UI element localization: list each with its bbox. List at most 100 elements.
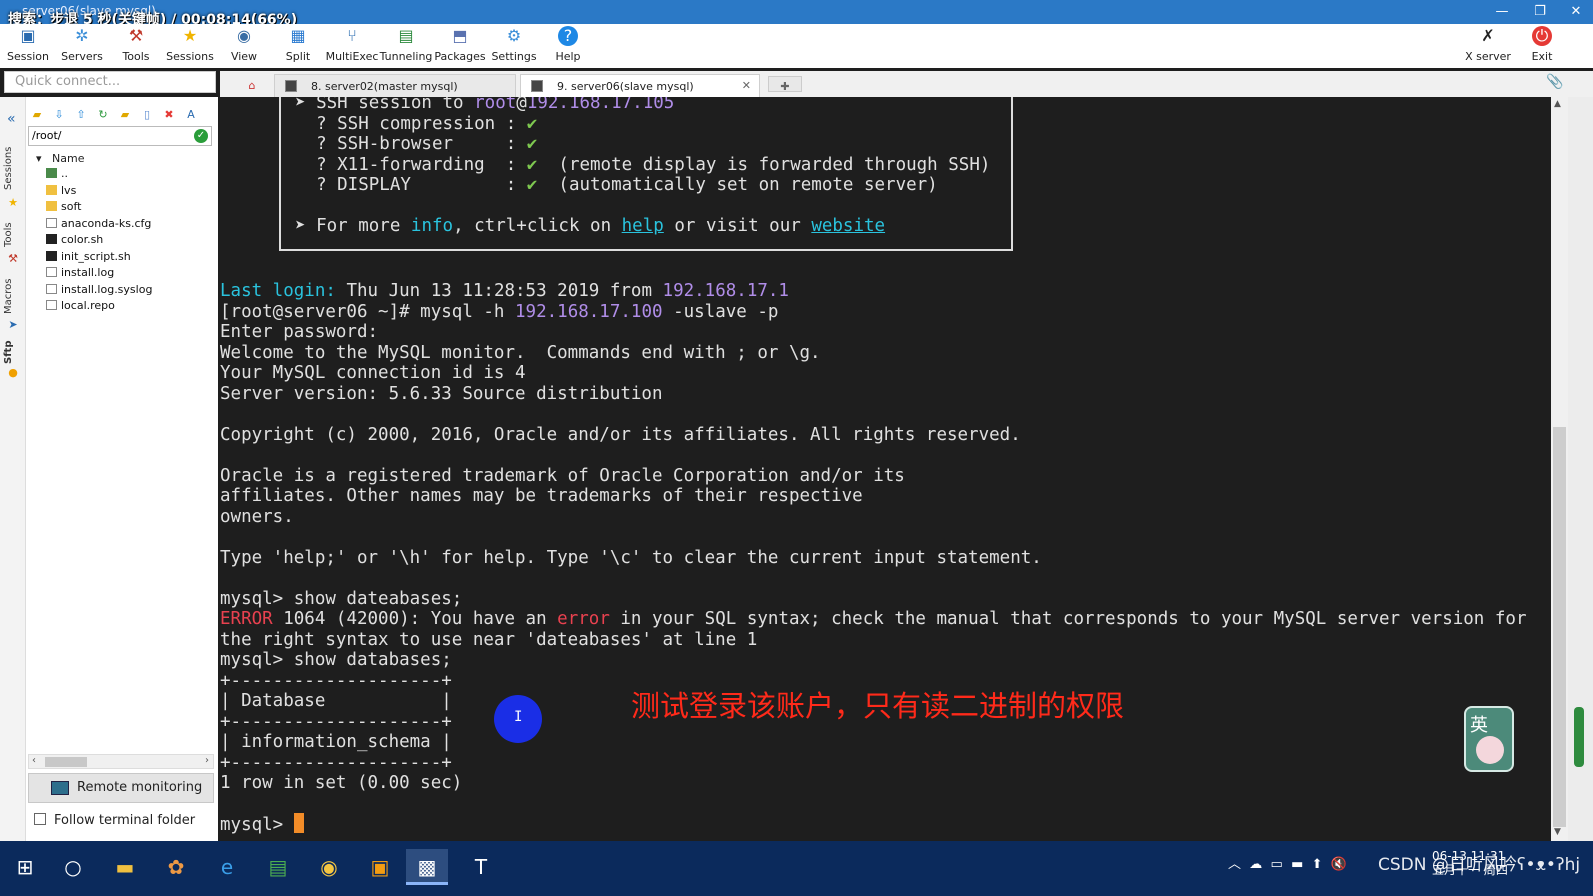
list-item[interactable]: install.log.syslog [46,283,152,300]
file-icon [46,283,57,294]
settings-button[interactable]: ⚙ Settings [486,26,542,68]
side-handle[interactable] [1574,707,1584,767]
tab-server02[interactable]: 8. server02(master mysql) [274,74,516,97]
monitor-icon [51,781,69,795]
path-input[interactable]: /root/ ✓ [28,126,212,146]
title-bar: server06(slave mysql) 搜索：步退 5 秒(关键帧) / 0… [0,0,1593,28]
app-icon[interactable]: ✿ [155,849,197,885]
typora-icon[interactable]: T [460,849,502,885]
delete-icon[interactable]: ✖ [162,108,176,122]
edge-icon[interactable]: e [206,849,248,885]
gear-icon: ⚙ [506,26,522,45]
collapse-icon[interactable]: « [7,111,16,127]
terminal-line: Server version: 5.6.33 Source distributi… [220,383,663,404]
list-item[interactable]: install.log [46,266,152,283]
vtab-macros[interactable]: Macros [3,275,23,317]
app-icon[interactable]: ▣ [359,849,401,885]
checkbox[interactable] [34,813,46,825]
scroll-down-icon[interactable]: ▼ [1554,827,1561,837]
scrollbar-thumb[interactable] [45,757,87,767]
vtab-tools[interactable]: Tools [3,219,23,251]
power-icon: ⏻ [1532,26,1552,46]
home-tab[interactable]: ⌂ [230,74,274,97]
list-item[interactable]: .. [46,167,152,184]
help-button[interactable]: ? Help [540,26,596,68]
terminal-line: +--------------------+ [220,711,452,732]
split-button[interactable]: ▦ Split [270,26,326,68]
sessions-button[interactable]: ★ Sessions [162,26,218,68]
vtab-sftp[interactable]: Sftp [3,339,23,365]
list-item[interactable]: anaconda-ks.cfg [46,217,152,234]
upload-icon[interactable]: ⇧ [74,108,88,122]
scroll-up-icon[interactable]: ▲ [1554,99,1561,109]
xserver-button[interactable]: ✗ X server [1460,26,1516,68]
maximize-button[interactable]: ❐ [1525,2,1555,22]
download-icon[interactable]: ⇩ [52,108,66,122]
terminal-line: +--------------------+ [220,752,452,773]
new-tab-button[interactable]: ✚ [768,76,802,93]
terminal-scrollbar[interactable]: ▲ ▼ [1551,97,1568,841]
help-icon: ? [558,26,578,46]
view-button[interactable]: ◉ View [216,26,272,68]
paperclip-icon[interactable]: 📎 [1546,74,1563,90]
search-icon[interactable]: ○ [52,849,94,885]
terminal[interactable]: ➤ SSH session to root@192.168.17.105 ? S… [220,97,1551,841]
help-link[interactable]: help [622,216,664,236]
close-tab-icon[interactable]: ✕ [742,79,751,92]
website-link[interactable]: website [811,216,885,236]
tunneling-button[interactable]: ▤ Tunneling [378,26,434,68]
list-item[interactable]: color.sh [46,233,152,250]
remote-monitoring-button[interactable]: Remote monitoring [28,773,214,803]
horizontal-scrollbar[interactable]: ‹ › [28,754,214,769]
file-list: .. lvs soft anaconda-ks.cfg color.sh ini… [46,167,152,316]
tools-button[interactable]: ⚒ Tools [108,26,164,68]
file-list-header[interactable]: ▾ Name [36,152,84,165]
excel-icon[interactable]: ▤ [257,849,299,885]
scroll-left-icon[interactable]: ‹ [32,755,36,766]
quick-connect-input[interactable]: Quick connect... [4,71,216,93]
vtab-sessions[interactable]: Sessions [3,143,23,193]
scrollbar-thumb[interactable] [1553,427,1566,827]
multiexec-button[interactable]: ⑂ MultiExec [324,26,380,68]
follow-terminal-checkbox[interactable]: Follow terminal folder [34,813,195,828]
file-icon [46,300,57,310]
minimize-button[interactable]: — [1487,2,1517,22]
rename-icon[interactable]: A [184,108,198,122]
command-line: [root@server06 ~]# mysql -h 192.168.17.1… [220,301,779,322]
session-icon: ▣ [20,26,36,45]
mobaxterm-icon[interactable]: ▩ [406,849,448,885]
x11-forwarding-line: ? X11-forwarding : ✔ (remote display is … [295,154,991,175]
servers-icon: ✲ [75,26,89,45]
folder-up-icon[interactable]: ▰ [30,108,44,122]
terminal-line: affiliates. Other names may be trademark… [220,486,863,506]
list-item[interactable]: soft [46,200,152,217]
new-file-icon[interactable]: ▯ [140,108,154,122]
tab-server06[interactable]: 9. server06(slave mysql) ✕ [520,74,760,97]
exit-button[interactable]: ⏻ Exit [1514,26,1570,68]
list-item[interactable]: init_script.sh [46,250,152,267]
tools-icon: ⚒ [8,252,18,265]
annotation-text: 测试登录该账户，只有读二进制的权限 [631,689,1125,723]
path-ok-icon[interactable]: ✓ [194,129,208,143]
folder-icon [46,184,57,195]
chrome-icon[interactable]: ◉ [308,849,350,885]
terminal-line: Your MySQL connection id is 4 [220,363,526,383]
clock[interactable]: 06-13 11:31 五月十一 周四 [1432,849,1508,877]
terminal-line: | information_schema | [220,732,452,752]
script-icon [46,250,57,261]
refresh-icon[interactable]: ↻ [96,108,110,122]
list-item[interactable]: local.repo [46,299,152,316]
terminal-line: Oracle is a registered trademark of Orac… [220,465,905,486]
windows-start-icon[interactable]: ⊞ [4,849,46,885]
prompt-line[interactable]: mysql> [220,813,304,835]
scroll-right-icon[interactable]: › [205,755,209,766]
packages-button[interactable]: ⬒ Packages [432,26,488,68]
error-line: ERROR 1064 (42000): You have an error in… [220,609,1527,629]
new-folder-icon[interactable]: ▰ [118,108,132,122]
ime-widget[interactable]: 英 [1464,706,1514,772]
session-button[interactable]: ▣ Session [0,26,56,68]
close-button[interactable]: ✕ [1561,2,1591,22]
file-explorer-icon[interactable]: ▬ [104,849,146,885]
list-item[interactable]: lvs [46,184,152,201]
servers-button[interactable]: ✲ Servers [54,26,110,68]
